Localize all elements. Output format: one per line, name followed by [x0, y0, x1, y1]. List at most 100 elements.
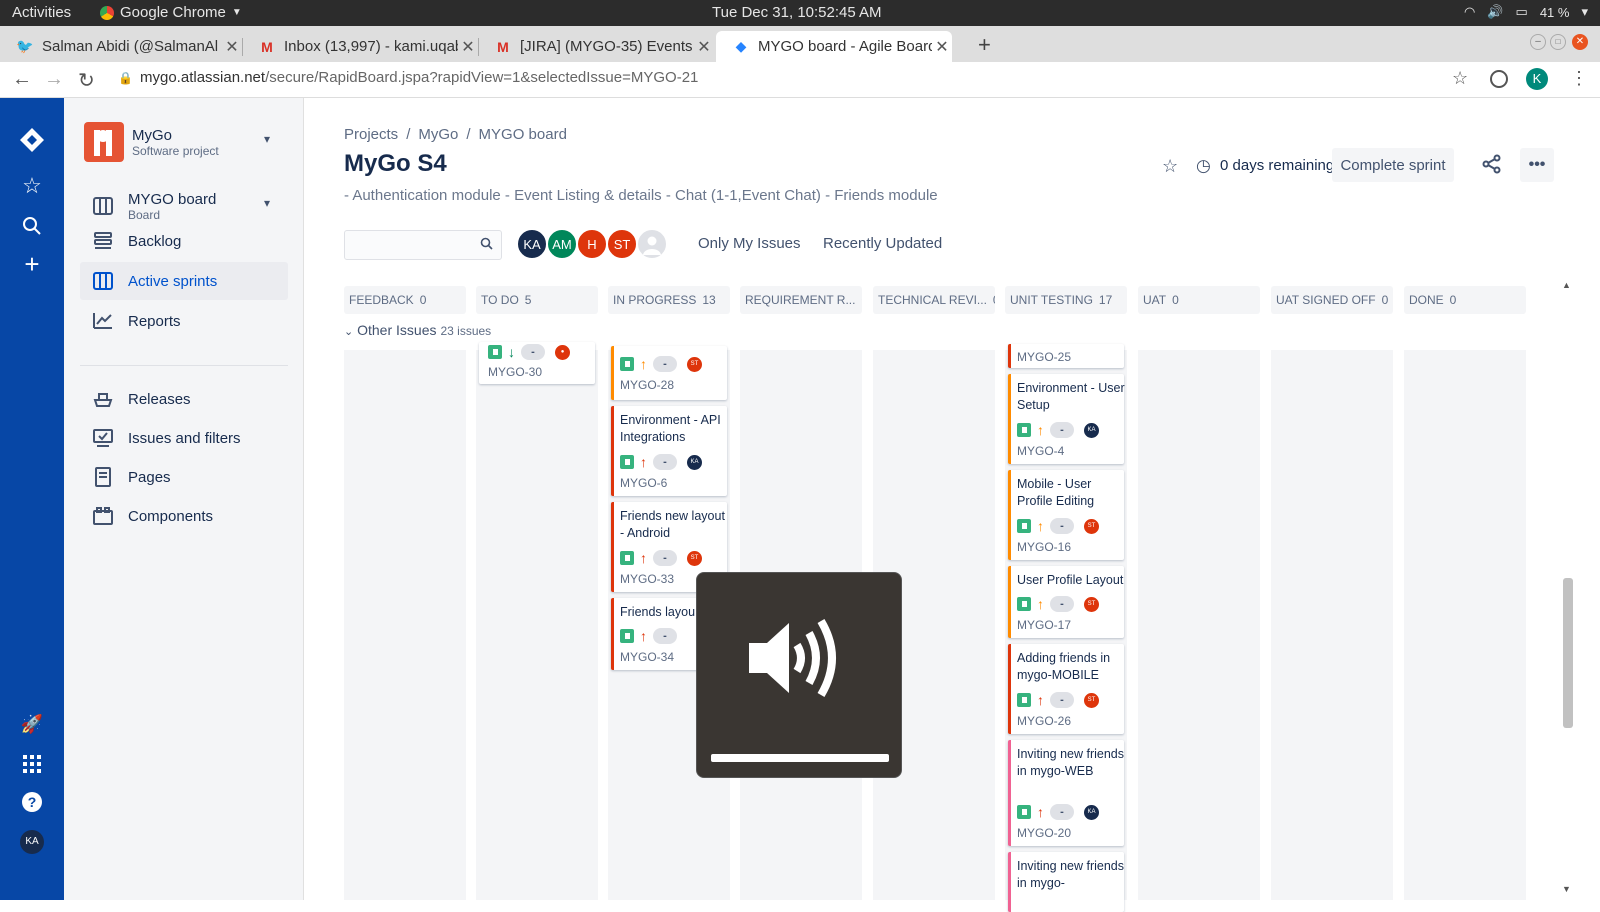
sprint-goal: - Authentication module - Event Listing … [344, 187, 938, 204]
sidebar-item-active-sprints[interactable]: Active sprints [80, 262, 288, 300]
issue-key[interactable]: MYGO-25 [1017, 350, 1071, 364]
reload-icon[interactable]: ↻ [78, 68, 95, 93]
app-switcher-icon[interactable] [16, 748, 48, 780]
menu-kebab-icon[interactable]: ⋮ [1570, 68, 1588, 89]
issue-key[interactable]: MYGO-28 [620, 378, 674, 392]
chevron-down-icon[interactable]: ▾ [264, 196, 270, 210]
assignee-avatar: ● [555, 344, 570, 360]
scroll-up-icon[interactable]: ▲ [1562, 280, 1571, 290]
bookmark-star-icon[interactable]: ☆ [1452, 68, 1468, 89]
issue-summary: User Profile Layout [1017, 573, 1124, 587]
app-menu[interactable]: Google Chrome ▼ [100, 4, 242, 21]
tab-twitter[interactable]: 🐦 Salman Abidi (@SalmanAl ✕ [0, 31, 242, 62]
issue-summary: Environment - User Setup [1017, 381, 1125, 412]
complete-sprint-button[interactable]: Complete sprint [1332, 148, 1454, 182]
issue-card[interactable]: ↑ - ST MYGO-28 [611, 346, 727, 400]
lock-icon[interactable]: 🔒 [118, 71, 133, 85]
rocket-icon[interactable]: 🚀 [16, 708, 48, 740]
breadcrumb-projects[interactable]: Projects [344, 126, 398, 143]
issue-card[interactable]: Environment - User Setup ↑ - KA MYGO-4 [1008, 374, 1125, 464]
chevron-down-icon[interactable]: ▾ [264, 132, 270, 146]
avatar-filter[interactable]: KA [516, 228, 548, 260]
close-icon[interactable]: ✕ [932, 37, 952, 57]
sidebar-item-releases[interactable]: Releases [80, 380, 288, 418]
issue-card[interactable]: Adding friends in mygo-MOBILE ↑ - ST MYG… [1008, 644, 1124, 734]
avatar-filter[interactable]: AM [546, 228, 578, 260]
share-icon[interactable] [1482, 154, 1502, 179]
issue-card[interactable]: Inviting new friends in mygo- [1008, 852, 1124, 912]
swimlane-header[interactable]: ⌄ Other Issues 23 issues [344, 322, 491, 338]
forward-icon[interactable]: → [44, 68, 64, 91]
issue-key[interactable]: MYGO-6 [620, 476, 667, 490]
project-switcher[interactable]: MyGo Software project [84, 122, 219, 162]
only-my-issues-filter[interactable]: Only My Issues [698, 235, 801, 252]
avatar-filter[interactable]: ST [606, 228, 638, 260]
wifi-icon: ◠ [1464, 4, 1476, 19]
unassigned-avatar-icon[interactable] [636, 228, 668, 260]
page-scrollbar[interactable]: ▲ ▼ [1560, 280, 1574, 900]
issue-key[interactable]: MYGO-4 [1017, 444, 1064, 458]
close-icon[interactable]: ✕ [694, 37, 714, 57]
issue-key[interactable]: MYGO-30 [488, 365, 542, 379]
breadcrumb-board[interactable]: MYGO board [479, 126, 567, 143]
tab-gmail-inbox[interactable]: M Inbox (13,997) - kami.uqab ✕ [242, 31, 478, 62]
issue-card[interactable]: Environment - API Integrations ↑ - KA MY… [611, 406, 727, 496]
issue-card[interactable]: MYGO-25 [1008, 344, 1124, 368]
issue-key[interactable]: MYGO-33 [620, 572, 674, 586]
scroll-down-icon[interactable]: ▼ [1562, 884, 1571, 894]
search-icon[interactable] [16, 210, 48, 242]
sidebar-item-label: Active sprints [128, 272, 218, 290]
more-options-icon[interactable]: ••• [1520, 148, 1554, 182]
issue-card[interactable]: User Profile Layout ↑ - ST MYGO-17 [1008, 566, 1124, 638]
url-field[interactable]: mygo.atlassian.net/secure/RapidBoard.jsp… [140, 69, 698, 86]
jira-logo-icon[interactable] [16, 124, 48, 156]
column-body-uat [1138, 350, 1260, 900]
issue-key[interactable]: MYGO-16 [1017, 540, 1071, 554]
profile-avatar[interactable]: K [1526, 68, 1548, 90]
sidebar-item-backlog[interactable]: Backlog [80, 222, 288, 260]
extension-icon[interactable] [1490, 70, 1508, 88]
estimate-pill: - [1050, 422, 1074, 438]
story-icon [488, 345, 502, 359]
sidebar-item-label: Releases [128, 390, 191, 408]
starred-icon[interactable]: ☆ [16, 170, 48, 202]
back-icon[interactable]: ← [12, 68, 32, 91]
board-icon [92, 195, 114, 217]
issue-key[interactable]: MYGO-20 [1017, 826, 1071, 840]
close-icon[interactable]: ✕ [222, 37, 242, 57]
tab-gmail-jira[interactable]: M [JIRA] (MYGO-35) Events l ✕ [478, 31, 714, 62]
recently-updated-filter[interactable]: Recently Updated [823, 235, 942, 252]
estimate-pill: - [653, 356, 677, 372]
avatar-filter[interactable]: H [576, 228, 608, 260]
maximize-icon[interactable]: □ [1550, 34, 1566, 50]
issue-key[interactable]: MYGO-26 [1017, 714, 1071, 728]
minimize-icon[interactable]: – [1530, 34, 1546, 50]
star-icon[interactable]: ☆ [1162, 156, 1178, 177]
close-window-icon[interactable]: ✕ [1572, 34, 1588, 50]
search-input[interactable] [344, 230, 502, 260]
activities-button[interactable]: Activities [12, 4, 71, 21]
breadcrumb-project[interactable]: MyGo [418, 126, 458, 143]
issue-card[interactable]: Mobile - User Profile Editing ↑ - ST MYG… [1008, 470, 1124, 560]
issue-key[interactable]: MYGO-34 [620, 650, 674, 664]
system-tray[interactable]: ◠ 🔊 ▭ 41 % ▾ [1464, 4, 1588, 20]
issue-key[interactable]: MYGO-17 [1017, 618, 1071, 632]
user-avatar[interactable]: KA [16, 826, 48, 858]
close-icon[interactable]: ✕ [458, 37, 478, 57]
card-meta: ↑ - ST [1017, 692, 1099, 708]
clock[interactable]: Tue Dec 31, 10:52:45 AM [712, 4, 882, 21]
column-header-uat-signed-off: UAT SIGNED OFF 0 [1271, 286, 1393, 314]
help-icon[interactable]: ? [16, 786, 48, 818]
tab-mygo-board[interactable]: ◆ MYGO board - Agile Board ✕ [716, 31, 952, 62]
issue-card[interactable]: ↓ - ● MYGO-30 [479, 342, 595, 384]
scrollbar-thumb[interactable] [1563, 578, 1573, 728]
new-tab-button[interactable]: + [978, 32, 991, 58]
sidebar-item-components[interactable]: Components [80, 497, 288, 535]
sidebar-item-issues-and-filters[interactable]: Issues and filters [80, 419, 288, 457]
issue-card[interactable]: Inviting new friends in mygo-WEB ↑ - KA … [1008, 740, 1124, 846]
board-main: Projects / MyGo / MYGO board MyGo S4 - Authe… [304, 98, 1600, 912]
sidebar-item-pages[interactable]: Pages [80, 458, 288, 496]
create-icon[interactable]: + [16, 248, 48, 280]
estimate-pill: - [653, 454, 677, 470]
sidebar-item-reports[interactable]: Reports [80, 302, 288, 340]
